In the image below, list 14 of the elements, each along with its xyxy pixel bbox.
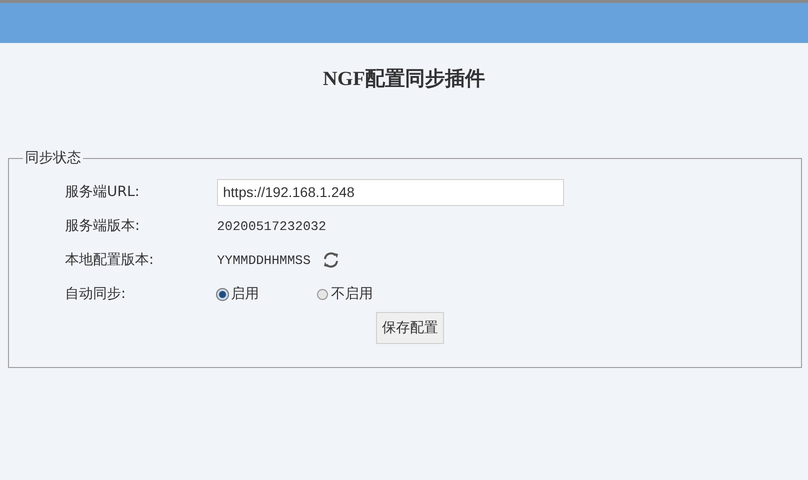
radio-button[interactable] — [317, 288, 328, 300]
field-label: 自动同步: — [65, 285, 127, 303]
field-label: 本地配置版本: — [65, 251, 155, 269]
field-label: 服务端URL: — [65, 183, 140, 201]
panel-legend: 同步状态 — [23, 149, 83, 167]
option-label: 启用 — [231, 285, 259, 303]
version-text: YYMMDDHHMMSS — [217, 252, 311, 268]
option-label: 不启用 — [331, 285, 373, 303]
url-input[interactable]: https://192.168.1.248 — [217, 178, 564, 206]
radio-button[interactable] — [217, 288, 228, 300]
version-text: 20200517232032 — [217, 218, 326, 234]
save-button[interactable]: 保存配置 — [376, 312, 444, 344]
page-title: NGF配置同步插件 — [322, 67, 486, 92]
field-label: 服务端版本: — [65, 217, 141, 235]
